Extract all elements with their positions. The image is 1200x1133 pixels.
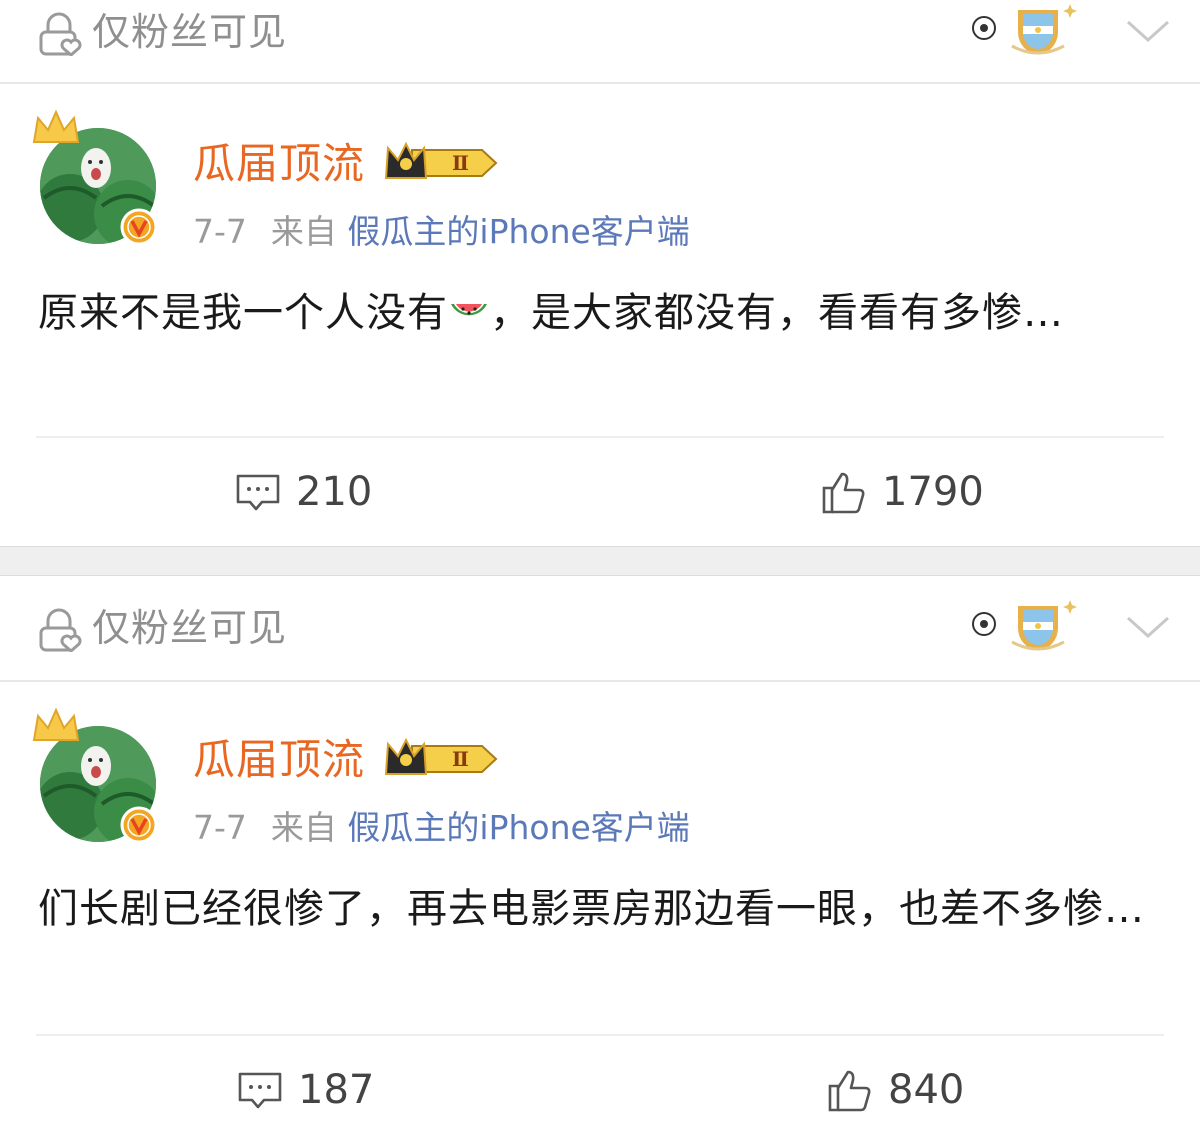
vip-level: Ⅱ [452,151,469,175]
football-fan-badge-icon[interactable] [966,596,1090,656]
source-link[interactable]: 假瓜主的iPhone客户端 [347,808,689,847]
comment-button[interactable]: 187 [236,1062,374,1118]
lock-heart-icon [39,608,82,652]
lock-heart-icon [39,12,82,56]
watermelon-emoji-icon [451,304,487,316]
crown-icon [32,109,80,143]
visibility-bar: 仅粉丝可见 [0,596,1200,682]
source-prefix: 来自 [270,808,337,847]
vip-crown-icon[interactable]: Ⅱ [382,140,500,186]
post-text-part: 原来不是我一个人没有 [38,290,448,336]
comment-count: 187 [298,1067,375,1113]
visibility-bar: 仅粉丝可见 [0,0,1200,84]
chevron-down-icon[interactable] [1124,14,1172,46]
post-card: 仅粉丝可见 [0,0,1200,546]
username[interactable]: 瓜届顶流 [193,734,365,786]
comment-icon [238,1072,282,1109]
visibility-label: 仅粉丝可见 [92,10,288,54]
source-link[interactable]: 假瓜主的iPhone客户端 [347,212,689,251]
post-meta: 7-7 来自 假瓜主的iPhone客户端 [193,804,690,852]
comment-button[interactable]: 210 [234,464,372,520]
username[interactable]: 瓜届顶流 [193,138,365,190]
avatar-group[interactable] [30,108,165,248]
thumbs-up-icon [822,472,865,514]
post-date: 7-7 [193,212,247,251]
crown-icon [32,707,80,741]
verified-v-icon [120,208,158,246]
chevron-down-icon[interactable] [1124,610,1172,642]
comment-icon [236,474,280,511]
post-text[interactable]: 原来不是我一个人没有 ，是大家都没有，看看有多惨… [38,282,1168,344]
comment-count: 210 [296,469,373,515]
vip-crown-icon[interactable]: Ⅱ [382,736,500,782]
verified-v-icon [120,806,158,844]
post-card: 仅粉丝可见 [0,576,1200,1133]
source-prefix: 来自 [270,212,337,251]
like-button[interactable]: 1790 [820,464,984,520]
avatar-group[interactable] [30,706,165,846]
visibility-label: 仅粉丝可见 [92,606,288,650]
thumbs-up-icon [828,1070,871,1112]
like-count: 1790 [882,469,984,515]
divider [36,436,1164,438]
post-meta: 7-7 来自 假瓜主的iPhone客户端 [193,208,690,256]
card-separator [0,546,1200,576]
post-date: 7-7 [193,808,247,847]
vip-level: Ⅱ [452,747,469,771]
divider [36,1034,1164,1036]
like-button[interactable]: 840 [826,1062,964,1118]
like-count: 840 [888,1067,965,1113]
post-text[interactable]: 们长剧已经很惨了，再去电影票房那边看一眼，也差不多惨… [38,878,1168,940]
football-fan-badge-icon[interactable] [966,0,1090,60]
post-text-part: ，是大家都没有，看看有多惨… [490,290,1064,336]
